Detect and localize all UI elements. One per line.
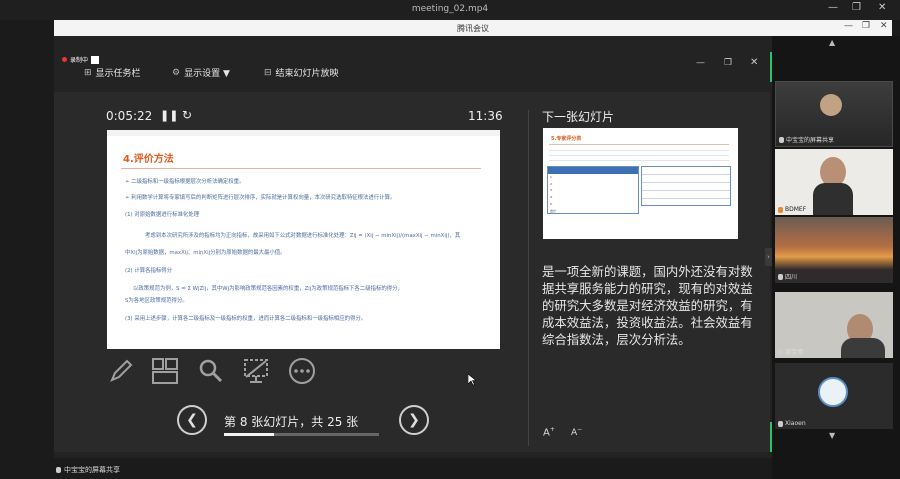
next-slide-row-4: 4 [550,195,552,200]
meeting-title: 腾讯会议 [457,24,489,33]
show-taskbar-label: 显示任务栏 [95,69,141,79]
stop-recording-icon[interactable] [91,55,100,64]
slide-progress-track [224,433,379,436]
recording-indicator: 录制中 [62,55,100,64]
avatar [818,377,848,407]
slide-counter: 第 8 张幻灯片，共 25 张 [224,415,359,429]
slide-line-2: ➢ 利用数学计算将专家填写后的判断矩阵进行层次排序，实际就是计算权向量，本次研究… [125,195,396,201]
mouse-cursor-icon [468,374,476,386]
participant-tile[interactable]: 谢宝博 [775,292,893,358]
participant-name: 谢宝博 [778,347,803,356]
collapse-panel-icon[interactable]: › [765,248,772,266]
presenter-minimize-icon[interactable]: — [696,58,705,68]
clock: 11:36 [468,109,503,123]
black-screen-icon[interactable] [242,357,270,385]
participant-tile[interactable]: 四川 [775,217,893,283]
chevron-right-icon: ❯ [408,412,420,428]
grid-view-icon[interactable] [151,357,179,385]
slide-header-band [107,130,500,136]
meeting-restore-icon[interactable]: ❐ [862,21,870,31]
window-title: meeting_02.mp4 [411,4,489,14]
reset-timer-icon[interactable]: ↻ [182,108,192,122]
mic-icon [778,348,783,355]
panel-collapse-icon[interactable]: ▲ [829,38,835,47]
current-slide: 4.评价方法 ➢ 二级指标和一级指标根据层次分析法确定权重。 ➢ 利用数学计算将… [107,130,500,349]
next-slide-text-lines [549,148,729,162]
meeting-close-icon[interactable]: ✕ [880,21,888,31]
presenter-toolbar: 录制中 ⊞ 显示任务栏 ⚙ 显示设置 ▼ ⊟ 结束幻灯片放映 — ❐ ✕ [54,52,770,92]
slide-line-4: 考虑到本次研究所涉及的指标均为正向指标，故采用如下公式对数据进行标准化处理：Zi… [145,233,461,239]
next-slide-heading: 下一张幻灯片 [542,110,615,124]
mic-icon [778,420,783,427]
recording-dot-icon [62,57,67,62]
next-slide-underline [549,144,729,146]
slide-line-9: (3) 采用上述步骤，计算各二级指标及一级指标的权重，进而计算各二级指标和一级指… [125,316,367,322]
slide-line-8: S为各地区政策规范得分。 [125,298,188,304]
next-slide-row-5: 5 [550,201,552,206]
sharer-label: 中宝宝的屏幕共享 [56,465,120,475]
magnifier-icon[interactable] [198,358,224,384]
increase-font-icon[interactable]: A+ [543,426,555,438]
presenter-restore-icon[interactable]: ❐ [724,58,732,68]
recording-label: 录制中 [70,57,89,64]
next-slide-table-left: 1 2 3 4 5 合计 [547,166,639,214]
next-slide-button[interactable]: ❯ [399,405,429,435]
meeting-titlebar: 腾讯会议 — ❐ ✕ [54,20,892,36]
next-slide-table-right [641,166,731,206]
pause-icon[interactable]: ❚❚ [160,109,178,122]
close-icon[interactable]: ✕ [878,2,886,13]
title-underline [121,168,481,169]
elapsed-timer: 0:05:22 [106,109,153,123]
more-options-icon[interactable] [288,357,316,385]
participant-name: 中宝宝的屏幕共享 [779,135,834,144]
mic-icon [778,206,783,213]
window-titlebar: meeting_02.mp4 — ❐ ✕ [0,0,900,20]
participant-tile[interactable]: BDMEF [775,149,893,215]
slide-line-6: (2) 计算各指标得分 [125,268,173,274]
next-slide-row-1: 1 [550,175,552,179]
next-slide-row-6: 合计 [550,208,557,213]
participant-name: 四川 [778,272,797,281]
prev-slide-button[interactable]: ❮ [177,405,207,435]
mic-icon [778,273,783,280]
participant-tile[interactable]: Xiaoen [775,363,893,429]
minimize-icon[interactable]: — [828,2,838,13]
mic-icon [56,467,61,473]
next-slide-title: 5.专家评分表 [551,136,582,142]
decrease-font-icon[interactable]: A− [571,426,582,438]
slide-title: 4.评价方法 [123,154,174,165]
slide-progress-fill [224,433,274,436]
avatar [820,94,842,116]
participant-tile[interactable]: 中宝宝的屏幕共享 [775,81,893,147]
panel-expand-icon[interactable]: ▼ [829,431,835,440]
speaker-notes: 是一项全新的课题，国内外还没有对数据共享服务能力的研究，现有的对效益的研究大多数… [542,264,753,347]
next-slide-row-2: 2 [550,181,552,186]
pane-divider[interactable] [528,110,529,446]
next-slide-thumbnail[interactable]: 5.专家评分表 1 2 3 4 5 合计 [543,128,738,239]
end-slideshow-button[interactable]: ⊟ 结束幻灯片放映 [264,66,339,80]
sharer-name: 中宝宝的屏幕共享 [64,466,120,474]
participant-name: Xiaoen [778,420,806,427]
slide-line-3: (1) 对原始数据进行标准化处理 [125,212,200,218]
pen-icon[interactable] [108,358,134,384]
participant-name: BDMEF [778,206,806,213]
end-show-icon: ⊟ [264,67,272,78]
slide-line-5: 中Xij为原始数据，maxXij、minXij分别为原始数据的最大最小值。 [125,250,286,256]
display-settings-button[interactable]: ⚙ 显示设置 ▼ [172,66,230,80]
chevron-left-icon: ❮ [186,412,198,428]
display-settings-label: 显示设置 ▼ [184,69,230,79]
presenter-close-icon[interactable]: ✕ [750,57,758,68]
show-taskbar-button[interactable]: ⊞ 显示任务栏 [84,66,141,80]
slide-line-7: 以政策规范为例，S = Σ WjZij，其中Wj为影响政策规范各因素的权重，Zi… [133,286,403,292]
mic-icon [779,136,784,143]
meeting-minimize-icon[interactable]: — [844,21,853,31]
gear-icon: ⚙ [172,67,181,78]
taskbar-icon: ⊞ [84,67,92,78]
restore-icon[interactable]: ❐ [852,2,861,13]
end-slideshow-label: 结束幻灯片放映 [275,69,339,79]
slide-line-1: ➢ 二级指标和一级指标根据层次分析法确定权重。 [125,179,245,185]
next-slide-row-3: 3 [550,188,552,193]
